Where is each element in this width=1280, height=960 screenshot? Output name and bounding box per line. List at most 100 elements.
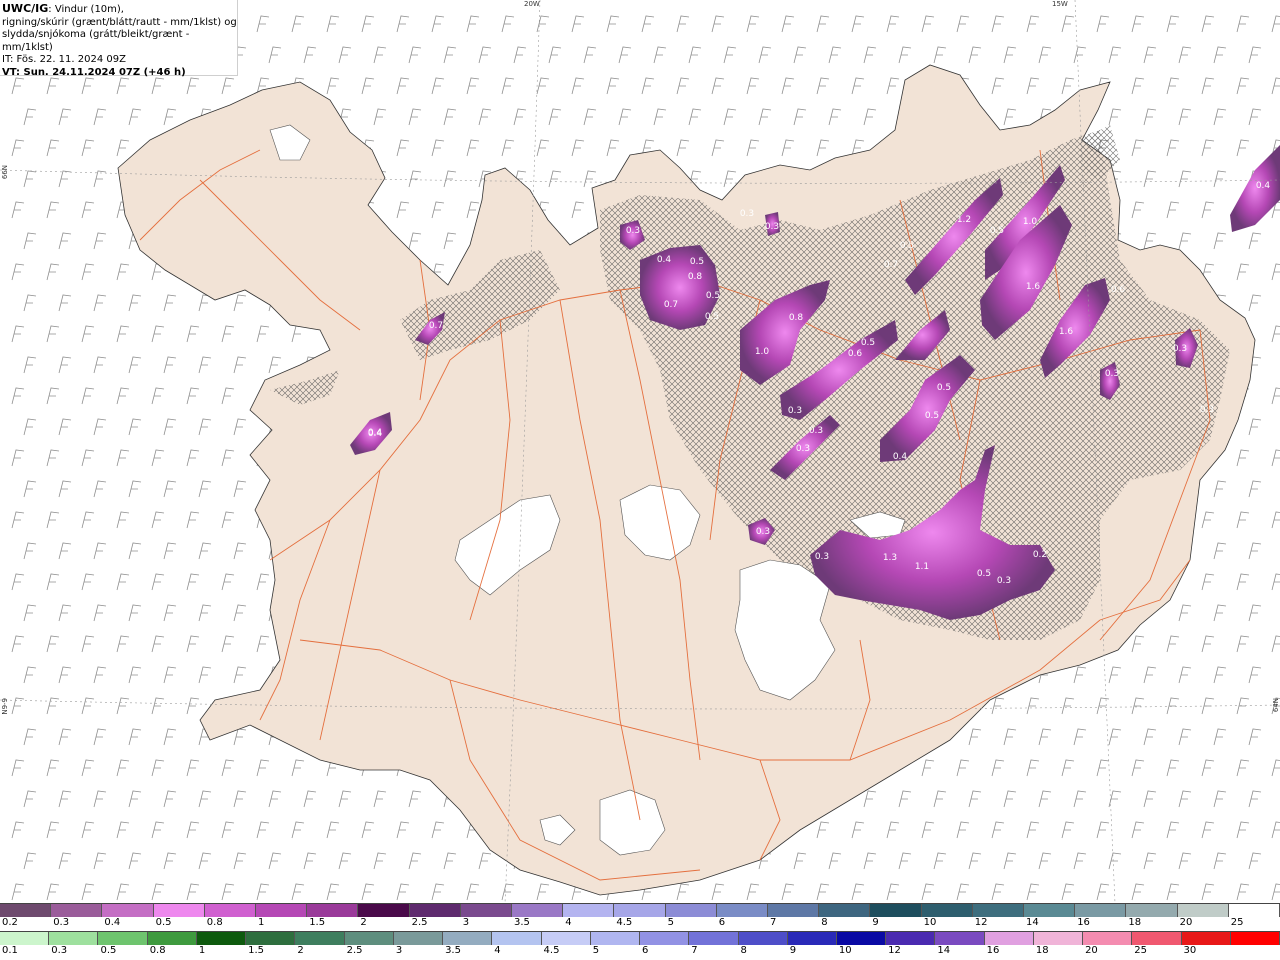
precip-value-label: 0.4 [1256, 181, 1271, 191]
legend-label: 4 [494, 945, 501, 956]
precip-value-label: 0.3 [796, 444, 810, 454]
precip-value-label: 0.6 [1111, 285, 1126, 295]
legend-label: 14 [937, 945, 951, 956]
lat-label-left-lower: N9-9 [1, 698, 9, 715]
legend-label: 0.4 [104, 917, 121, 928]
legend-label: 8 [821, 917, 828, 928]
precip-value-label: 1.0 [1023, 217, 1038, 227]
legend-label: 2.5 [346, 945, 363, 956]
lon-label-20w: 20W [524, 0, 540, 8]
model-name: UWC/IG [2, 2, 49, 15]
legend-label: 0.5 [100, 945, 117, 956]
legend-label: 16 [1077, 917, 1090, 928]
legend-label: 12 [974, 917, 988, 928]
title-rain: rigning/skúrir (grænt/blátt/rautt - mm/1… [2, 16, 237, 28]
title-wind: : Vindur (10m), [48, 4, 124, 15]
precip-value-label: 0.3 [1105, 369, 1119, 379]
precip-value-label: 1.0 [755, 347, 770, 357]
legend-label: 4.5 [616, 917, 633, 928]
legend-label: 3 [395, 945, 403, 956]
legend-label: 18 [1128, 917, 1142, 928]
precip-value-label: 0.3 [788, 406, 802, 416]
legend-label: 18 [1035, 945, 1049, 956]
legend-label: 12 [888, 945, 901, 956]
title-snow: slydda/snjókoma (grátt/bleikt/grænt - mm… [2, 29, 190, 53]
precip-value-label: 0.5 [990, 226, 1004, 236]
legend-label: 6 [642, 945, 649, 956]
precip-value-label: 0.3 [815, 552, 829, 562]
lat-label-64n: 64N [1272, 698, 1280, 713]
legend-label: 7 [691, 945, 698, 956]
legend-label: 20 [1085, 945, 1098, 956]
legend-label: 10 [923, 917, 937, 928]
precip-value-label: 0.3 [765, 222, 779, 232]
legend-label: 1 [258, 917, 265, 928]
lat-label-66n: 66N [1, 165, 9, 180]
legend-label: 5 [667, 917, 674, 928]
forecast-map: 0.30.4 0.50.80.50.70.50.70.40.30.30.81.0 0… [0, 0, 1280, 903]
precip-value-label: 0.3 [997, 576, 1011, 586]
precip-value-label: 0.3 [756, 527, 770, 537]
legend-label: 1.5 [309, 917, 326, 928]
precip-value-label: 0.8 [789, 313, 804, 323]
precip-value-label: 1.1 [915, 562, 929, 572]
precip-value-label: 0.4 [657, 255, 672, 265]
legend-label: 25 [1134, 945, 1148, 956]
precip-value-label: 0.5 [900, 241, 914, 251]
precip-value-label: 1.6 [1026, 282, 1041, 292]
precip-value-label: 0.5 [937, 383, 951, 393]
precip-value-label: 0.5 [861, 338, 875, 348]
legend-label: 0.3 [51, 945, 68, 956]
legend-label: 0.1 [2, 945, 18, 956]
precip-value-label: 0.5 [925, 411, 939, 421]
precip-value-label: 0.7 [664, 300, 678, 310]
precip-value-label: 0.2 [1033, 550, 1047, 560]
precip-value-label: 0.3 [626, 226, 640, 236]
precip-value-label: 0.8 [688, 272, 703, 282]
legend-label: 16 [986, 945, 1000, 956]
precip-value-label: 0.3 [1200, 405, 1214, 415]
lon-label-15w: 15W [1052, 0, 1068, 8]
precip-value-label: 1.3 [883, 553, 897, 563]
precip-value-label: 0.3 [809, 426, 823, 436]
legend-label: 1.5 [248, 945, 265, 956]
legend-label: 0.8 [206, 917, 223, 928]
legend-label: 2.5 [411, 917, 428, 928]
legend-label: 3.5 [445, 945, 461, 956]
precip-value-label: 0.4 [893, 452, 908, 462]
snow-color-legend: 0.2 0.3 0.4 0.5 0.8 1 1.5 2 2.5 3 3.5 4 4.5 5 6 7 8 9 10 12… [0, 903, 1280, 931]
legend-label: 2 [360, 917, 367, 928]
precip-value-label: 0.3 [1173, 344, 1187, 354]
legend-label: 0.3 [53, 917, 70, 928]
legend-label: 2 [297, 945, 304, 956]
precip-value-label: 0.7 [429, 321, 443, 331]
legend-label: 3.5 [514, 917, 530, 928]
map-info-box: UWC/IG: Vindur (10m), rigning/skúrir (gr… [0, 0, 238, 78]
legend-label: 7 [770, 917, 777, 928]
precip-value-label: 0.5 [705, 312, 719, 322]
precip-value-label: 0.7 [884, 260, 898, 270]
legend-label: 10 [838, 945, 852, 956]
legend-label: 20 [1179, 917, 1193, 928]
precip-value-label: 0.6 [848, 349, 863, 359]
precip-value-label: 0.3 [740, 209, 754, 219]
precip-value-label: 0.5 [706, 291, 720, 301]
legend-label: 4 [565, 917, 572, 928]
legend-label: 3 [462, 917, 470, 928]
legend-label: 0.8 [149, 945, 166, 956]
legend-label: 5 [592, 945, 600, 956]
precip-value-label: 0.4 [368, 429, 383, 439]
legend-label: 0.2 [2, 917, 18, 928]
legend-label: 9 [872, 917, 879, 928]
legend-label: 25 [1230, 917, 1244, 928]
legend-label: 9 [789, 945, 797, 956]
legend-label: 0.5 [155, 917, 172, 928]
legend-label: 4.5 [543, 945, 560, 956]
precip-value-label: 0.5 [977, 569, 991, 579]
initial-time: IT: Fös. 22. 11. 2024 09Z [2, 54, 126, 66]
legend-label: 14 [1026, 917, 1039, 928]
legend-label: 1 [198, 945, 206, 956]
legend-label: 8 [740, 945, 747, 956]
precip-value-label: 1.2 [957, 215, 971, 225]
precip-value-label: 0.5 [690, 257, 704, 267]
